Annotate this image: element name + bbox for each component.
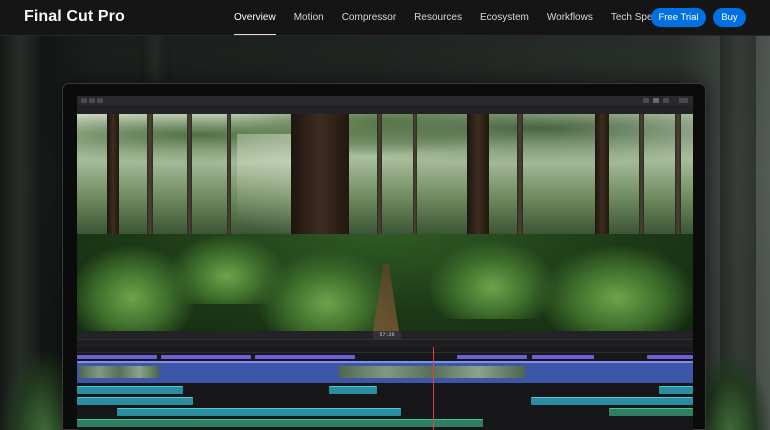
clip-thumbnail: [339, 366, 525, 378]
primary-storyline[interactable]: [77, 361, 693, 383]
toolbar-button[interactable]: [643, 98, 649, 103]
audio-clip[interactable]: [77, 397, 193, 405]
title-clip[interactable]: [457, 355, 527, 359]
playback-controls: 57:26: [77, 331, 693, 339]
audio-clip[interactable]: [117, 408, 401, 416]
nav-link-workflows[interactable]: Workflows: [547, 0, 593, 36]
audio-clip[interactable]: [329, 386, 377, 394]
viewer-info-bar: [77, 105, 693, 114]
title-clip[interactable]: [255, 355, 355, 359]
share-button[interactable]: [679, 98, 688, 103]
nav-link-motion[interactable]: Motion: [294, 0, 324, 36]
nav-links: Overview Motion Compressor Resources Eco…: [234, 0, 681, 36]
audio-clip[interactable]: [531, 397, 693, 405]
title-clip[interactable]: [532, 355, 594, 359]
app-toolbar: [77, 96, 693, 105]
global-nav: Final Cut Pro Overview Motion Compressor…: [0, 0, 770, 36]
audio-clip[interactable]: [77, 386, 183, 394]
nav-link-resources[interactable]: Resources: [414, 0, 462, 36]
audio-clip[interactable]: [659, 386, 693, 394]
video-viewer[interactable]: [77, 114, 693, 331]
nav-link-ecosystem[interactable]: Ecosystem: [480, 0, 529, 36]
playhead[interactable]: [433, 347, 434, 430]
laptop-frame: 57:26: [62, 83, 706, 430]
nav-link-compressor[interactable]: Compressor: [342, 0, 396, 36]
music-clip[interactable]: [609, 408, 693, 416]
title-clip[interactable]: [647, 355, 693, 359]
clip-thumbnail: [79, 366, 159, 378]
timeline[interactable]: [77, 353, 693, 430]
nav-link-overview[interactable]: Overview: [234, 0, 276, 36]
toolbar-button[interactable]: [97, 98, 103, 103]
brand-title[interactable]: Final Cut Pro: [24, 8, 125, 26]
music-clip[interactable]: [77, 419, 483, 427]
buy-button[interactable]: Buy: [713, 8, 746, 27]
fern: [537, 244, 693, 331]
title-clip[interactable]: [161, 355, 251, 359]
toolbar-button[interactable]: [663, 98, 669, 103]
toolbar-button[interactable]: [653, 98, 659, 103]
title-clip[interactable]: [77, 355, 157, 359]
timecode-display[interactable]: 57:26: [373, 331, 401, 339]
toolbar-button[interactable]: [81, 98, 87, 103]
timeline-toolbar: [77, 339, 693, 347]
app-screen: 57:26: [77, 96, 693, 430]
free-trial-button[interactable]: Free Trial: [651, 8, 706, 27]
toolbar-button[interactable]: [89, 98, 95, 103]
